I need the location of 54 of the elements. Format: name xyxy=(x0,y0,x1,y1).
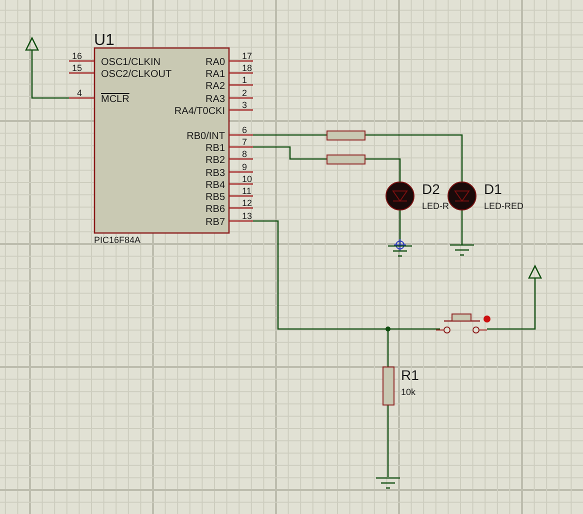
junction-dot xyxy=(386,326,390,332)
pin-number: 7 xyxy=(242,137,248,147)
actuator-dot xyxy=(484,316,490,322)
led-reference: D2 xyxy=(422,181,440,197)
pin-name: RB7 xyxy=(206,217,225,228)
wire xyxy=(487,278,536,330)
pin-number: 15 xyxy=(72,63,82,73)
pin-number: 2 xyxy=(242,88,248,98)
led-reference: D1 xyxy=(484,181,502,197)
pin-name: MCLR xyxy=(101,94,130,105)
pin-name: RB6 xyxy=(206,204,225,215)
led-symbol xyxy=(448,182,476,210)
pin-number: 10 xyxy=(242,174,252,184)
power-terminal xyxy=(24,36,40,51)
pin-name: RB0/INT xyxy=(186,131,225,142)
pin-name: RA0 xyxy=(206,57,225,68)
pin-name: RB4 xyxy=(206,180,225,191)
pin-number: 11 xyxy=(242,186,252,196)
ground-symbol xyxy=(376,477,400,489)
pin-name: RB1 xyxy=(206,143,225,154)
pin-number: 8 xyxy=(242,149,248,159)
led-symbol xyxy=(386,182,414,210)
chip-reference: U1 xyxy=(94,32,114,49)
wire xyxy=(461,210,463,245)
pin-name: RA2 xyxy=(206,81,225,92)
pin-name: RA3 xyxy=(206,94,225,105)
pin-name: OSC1/CLKIN xyxy=(101,57,160,68)
pin-number: 16 xyxy=(72,51,82,61)
pin-number: 17 xyxy=(242,51,252,61)
pin-number: 4 xyxy=(76,88,82,98)
resistor-reference: R1 xyxy=(401,367,419,383)
power-terminal xyxy=(528,264,542,279)
resistor-value: 10k xyxy=(401,387,416,397)
pin-name: OSC2/CLKOUT xyxy=(101,69,172,80)
wire xyxy=(31,50,69,99)
pin-name: RA1 xyxy=(206,69,225,80)
pin-name: RB2 xyxy=(206,155,225,166)
pin-number: 3 xyxy=(242,100,248,110)
pin-name: RA4/T0CKI xyxy=(174,106,225,117)
pin-number: 9 xyxy=(242,162,248,172)
ground-symbol xyxy=(388,245,412,257)
crosshair-icon xyxy=(394,238,406,252)
pin-number: 6 xyxy=(242,125,248,135)
pin-number: 1 xyxy=(242,75,248,85)
chip-part-name: PIC16F84A xyxy=(94,235,141,245)
pin-number: 18 xyxy=(242,63,252,73)
pin-number: 12 xyxy=(242,198,252,208)
pin-name: RB5 xyxy=(206,192,225,203)
pin-number: 13 xyxy=(242,211,252,221)
wire xyxy=(387,405,389,477)
led-value: LED-RED xyxy=(484,201,524,211)
ground-symbol xyxy=(450,244,474,256)
led-value: LED-R xyxy=(422,201,450,211)
pin-name: RB3 xyxy=(206,168,225,179)
